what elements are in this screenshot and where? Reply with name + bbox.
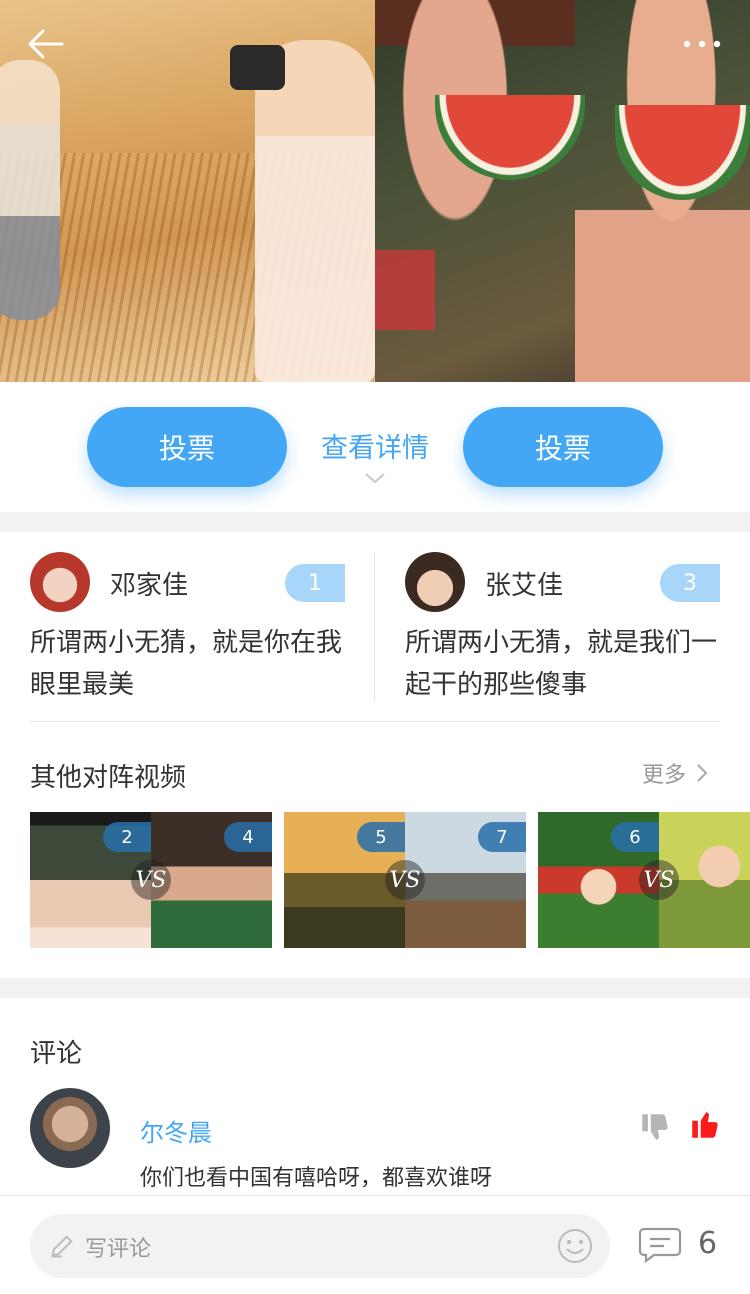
avatar[interactable] (405, 552, 465, 612)
hero-right-swimsuit (375, 250, 435, 330)
matchup-badge: 2 (103, 822, 151, 852)
contestant-name: 邓家佳 (110, 571, 189, 601)
view-details-link[interactable]: 查看详情 (300, 426, 450, 465)
comment-count: 6 (698, 1226, 718, 1261)
vote-bar: 投票 查看详情 投票 (0, 382, 750, 512)
section-divider (0, 978, 750, 998)
matchup-badge: 4 (224, 822, 272, 852)
back-arrow-icon[interactable] (26, 26, 66, 62)
emoji-icon[interactable] (556, 1227, 594, 1265)
contestants-panel: 邓家佳 1 所谓两小无猜，就是你在我眼里最美 张艾佳 3 所谓两小无猜，就是我们… (0, 532, 750, 722)
vs-label: VS (639, 860, 679, 900)
vote-count-badge: 3 (660, 564, 720, 602)
matchup-badge: 6 (611, 822, 659, 852)
more-matchups-link[interactable]: 更多 (642, 757, 708, 789)
matchup-badge: 7 (478, 822, 526, 852)
thumbs-down-icon[interactable] (638, 1110, 672, 1144)
comment-placeholder: 写评论 (85, 1237, 152, 1262)
vote-right-button[interactable]: 投票 (463, 407, 663, 487)
comment-username[interactable]: 尔冬晨 (140, 1113, 212, 1148)
contestant-name: 张艾佳 (485, 571, 564, 601)
matchup-thumbnail[interactable]: 5 7 VS (284, 812, 526, 948)
chevron-down-icon[interactable] (364, 470, 386, 484)
bottom-bar: 写评论 6 (0, 1195, 750, 1294)
section-divider (0, 512, 750, 532)
hero-left-child-figure (0, 60, 60, 320)
pencil-icon (48, 1232, 76, 1260)
matchup-badge: 5 (357, 822, 405, 852)
comment-text: 你们也看中国有嘻哈呀，都喜欢谁呀 (140, 1166, 493, 1191)
thumbs-up-icon[interactable] (688, 1108, 722, 1142)
chevron-right-icon (697, 764, 708, 782)
other-matchups-title: 其他对阵视频 (30, 763, 187, 793)
divider (30, 721, 720, 722)
contestant-divider (374, 552, 375, 702)
avatar[interactable] (30, 552, 90, 612)
matchup-thumbnails: 2 4 VS 5 7 VS 6 VS (30, 812, 750, 948)
vs-label: VS (385, 860, 425, 900)
contestant-quote: 所谓两小无猜，就是你在我眼里最美 (30, 628, 343, 700)
vote-count-badge: 1 (285, 564, 345, 602)
more-dots-icon[interactable] (682, 34, 722, 54)
hero-left-girl-figure (255, 40, 375, 382)
comments-title: 评论 (30, 1039, 83, 1069)
matchup-thumbnail[interactable]: 6 VS (538, 812, 750, 948)
vs-label: VS (131, 860, 171, 900)
comment-input[interactable]: 写评论 (30, 1214, 610, 1278)
comment-bubble-icon[interactable] (638, 1226, 682, 1264)
more-label: 更多 (642, 763, 687, 788)
matchup-thumbnail[interactable]: 2 4 VS (30, 812, 272, 948)
hero-left-camera (230, 45, 285, 90)
hero-image-right[interactable] (375, 0, 750, 382)
contestant-quote: 所谓两小无猜，就是我们一起干的那些傻事 (405, 628, 718, 700)
vote-left-button[interactable]: 投票 (87, 407, 287, 487)
hero-banner (0, 0, 750, 382)
avatar[interactable] (30, 1088, 110, 1168)
